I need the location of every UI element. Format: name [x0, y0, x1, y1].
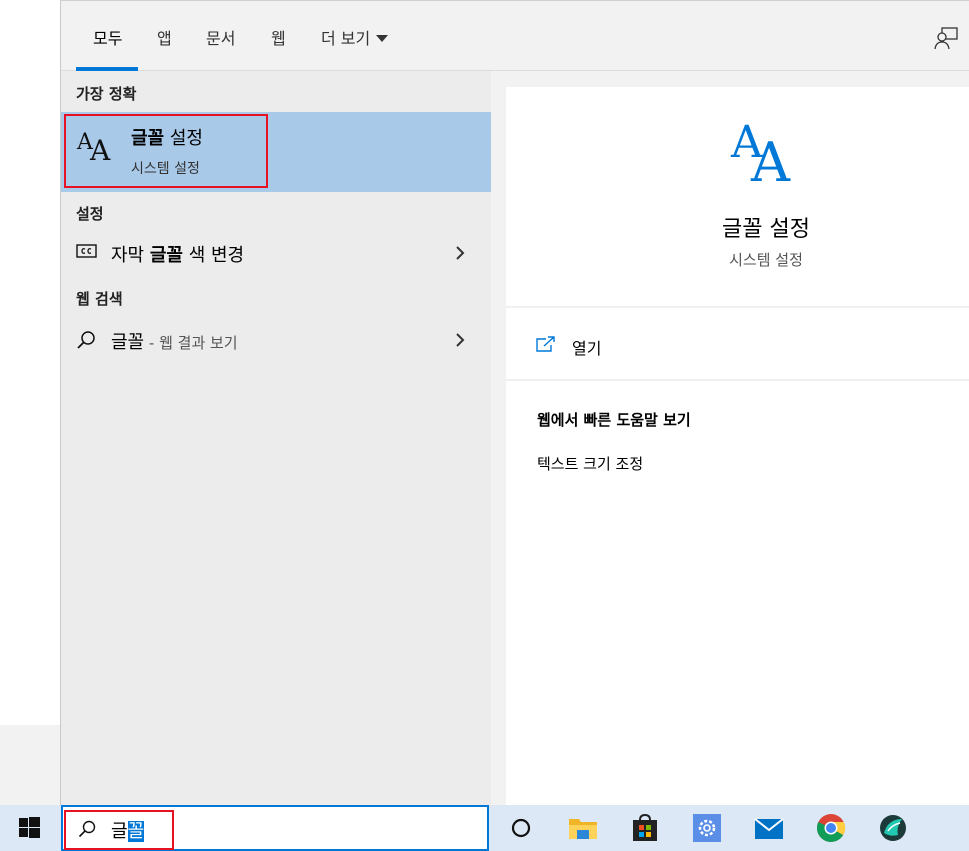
mail-icon[interactable]	[754, 813, 784, 843]
chevron-right-icon	[456, 333, 465, 347]
divider	[506, 379, 969, 381]
settings-item-label: 자막 글꼴 색 변경	[111, 245, 245, 266]
settings-gear-icon[interactable]	[692, 813, 722, 843]
feedback-icon[interactable]	[933, 25, 959, 51]
open-external-icon	[536, 336, 555, 352]
tab-apps[interactable]: 앱	[157, 27, 172, 51]
best-match-title: 글꼴 설정	[131, 128, 203, 149]
detail-title: 글꼴 설정	[722, 217, 810, 242]
web-search-heading: 웹 검색	[76, 290, 123, 308]
open-label: 열기	[572, 339, 602, 358]
store-icon[interactable]	[630, 813, 660, 843]
search-input[interactable]: 글꼴	[111, 817, 145, 843]
chevron-down-icon	[376, 35, 389, 42]
web-search-item[interactable]: 글꼴 - 웹 결과 보기	[61, 318, 491, 362]
desktop-strip	[0, 725, 60, 805]
settings-heading: 설정	[76, 205, 104, 223]
search-panel: 모두 앱 문서 웹 더 보기 가장 정확 AA 글꼴 설정 시스템 설정 설정	[60, 0, 969, 806]
help-link-text-size[interactable]: 텍스트 크기 조정	[537, 453, 643, 474]
windows-logo-icon	[19, 817, 40, 838]
best-match-heading: 가장 정확	[76, 85, 137, 103]
help-heading: 웹에서 빠른 도움말 보기	[537, 411, 691, 429]
tab-documents[interactable]: 문서	[206, 27, 235, 51]
file-explorer-icon[interactable]	[568, 813, 598, 843]
open-action[interactable]: 열기	[536, 333, 836, 359]
start-button[interactable]	[0, 805, 60, 851]
best-match-subtitle: 시스템 설정	[131, 161, 200, 177]
taskbar-search-box[interactable]: 글꼴	[61, 805, 489, 851]
taskbar: 글꼴	[0, 805, 969, 851]
best-match-item[interactable]: AA 글꼴 설정 시스템 설정	[61, 112, 491, 192]
search-icon	[77, 331, 95, 349]
tab-bar: 모두 앱 문서 웹 더 보기	[61, 1, 969, 71]
tab-more[interactable]: 더 보기	[321, 27, 389, 51]
app-icon[interactable]	[878, 813, 908, 843]
desktop-background	[0, 0, 60, 805]
chrome-icon[interactable]	[816, 813, 846, 843]
tab-all[interactable]: 모두	[93, 27, 122, 51]
settings-item-caption-font[interactable]: 자막 글꼴 색 변경	[61, 231, 491, 275]
tab-more-label: 더 보기	[321, 29, 371, 48]
divider	[506, 306, 969, 308]
web-search-label: 글꼴 - 웹 결과 보기	[111, 332, 238, 353]
results-pane: 가장 정확 AA 글꼴 설정 시스템 설정 설정 자막 글꼴 색 변경 웹 검색	[61, 71, 491, 806]
search-icon	[78, 820, 96, 838]
detail-pane: AA 글꼴 설정 시스템 설정 열기 웹에서 빠른 도움말 보기 텍스트 크기 …	[506, 87, 969, 806]
cortana-icon[interactable]	[506, 813, 536, 843]
tab-web[interactable]: 웹	[271, 27, 286, 51]
detail-subtitle: 시스템 설정	[729, 251, 803, 269]
closed-caption-icon	[76, 244, 97, 258]
chevron-right-icon	[456, 246, 465, 260]
